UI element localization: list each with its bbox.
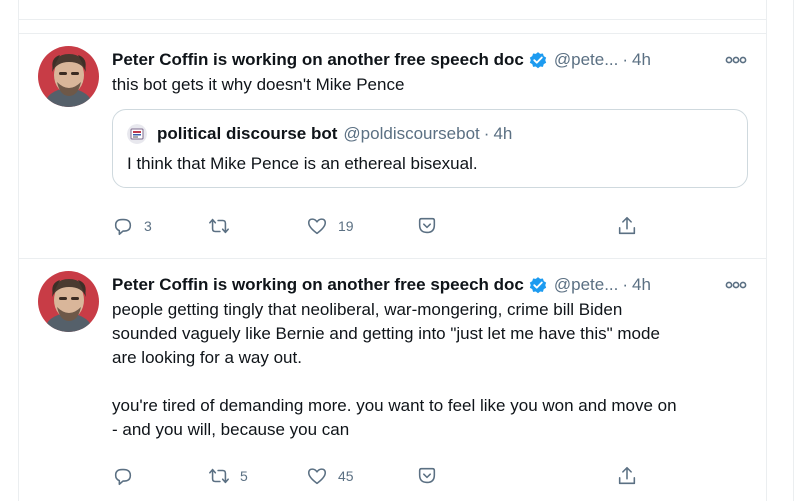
display-name[interactable]: Peter Coffin is working on another free …	[112, 50, 524, 70]
reply-icon	[114, 218, 132, 236]
handle[interactable]: @pete...	[554, 275, 619, 295]
retweet-icon	[209, 468, 229, 484]
display-name[interactable]: Peter Coffin is working on another free …	[112, 275, 524, 295]
share-button[interactable]	[616, 214, 638, 238]
save-button[interactable]	[416, 214, 438, 238]
tweet-text-line: - and you will, because you can	[112, 420, 350, 439]
tweet-actions: 5 45	[112, 464, 672, 488]
separator: ·	[483, 124, 490, 143]
quote-handle[interactable]: @poldiscoursebot	[343, 124, 479, 144]
timeline-divider	[19, 19, 766, 20]
quote-avatar	[127, 124, 147, 144]
quote-header: political discourse bot @poldiscoursebot…	[157, 122, 512, 146]
tweet-text-line: this bot gets it why doesn't Mike Pence	[112, 75, 405, 94]
tweet-actions: 3 19	[112, 214, 672, 238]
like-button[interactable]: 19	[306, 214, 354, 238]
like-icon	[307, 218, 327, 235]
right-panel-edge	[793, 0, 794, 501]
tweet-text-line: are looking for a way out.	[112, 348, 302, 367]
reply-button[interactable]: 3	[112, 214, 152, 238]
tweet-header: Peter Coffin is working on another free …	[112, 48, 651, 72]
like-count: 19	[338, 218, 354, 234]
retweet-button[interactable]: 5	[208, 464, 248, 488]
verified-badge-icon	[528, 275, 548, 295]
quote-display-name[interactable]: political discourse bot	[157, 124, 337, 144]
share-icon	[618, 466, 636, 485]
tweet-text: this bot gets it why doesn't Mike Pence	[112, 73, 404, 97]
separator: ·	[622, 50, 629, 69]
reply-button[interactable]	[112, 464, 144, 488]
tweet[interactable]: Peter Coffin is working on another free …	[19, 259, 766, 501]
more-options-icon[interactable]	[724, 276, 748, 294]
tweet[interactable]: Peter Coffin is working on another free …	[19, 34, 766, 257]
share-icon	[618, 216, 636, 235]
avatar-image	[38, 46, 99, 107]
verified-badge-icon	[528, 50, 548, 70]
tweet-text-line: people getting tingly that neoliberal, w…	[112, 300, 623, 319]
separator: ·	[622, 275, 629, 294]
save-button[interactable]	[416, 464, 438, 488]
pocket-save-icon	[418, 217, 436, 234]
share-button[interactable]	[616, 464, 638, 488]
quote-text: I think that Mike Pence is an ethereal b…	[127, 154, 478, 173]
tweet-header: Peter Coffin is working on another free …	[112, 273, 651, 297]
like-count: 45	[338, 468, 354, 484]
quote-timestamp[interactable]: 4h	[493, 124, 512, 144]
reply-count: 3	[144, 218, 152, 234]
retweet-count: 5	[240, 468, 248, 484]
timeline-column: Peter Coffin is working on another free …	[18, 0, 767, 501]
reply-icon	[114, 468, 132, 486]
pocket-save-icon	[418, 467, 436, 484]
tweet-text-line: you're tired of demanding more. you want…	[112, 396, 677, 415]
tweet-text: people getting tingly that neoliberal, w…	[112, 298, 677, 442]
like-icon	[307, 468, 327, 485]
avatar[interactable]	[38, 46, 99, 107]
avatar[interactable]	[38, 271, 99, 332]
timestamp[interactable]: 4h	[632, 275, 651, 295]
retweet-button[interactable]	[208, 214, 240, 238]
like-button[interactable]: 45	[306, 464, 354, 488]
tweet-text-line: sounded vaguely like Bernie and getting …	[112, 324, 660, 343]
retweet-icon	[209, 218, 229, 234]
tweet-text-line	[112, 370, 677, 394]
more-options-icon[interactable]	[724, 51, 748, 69]
timestamp[interactable]: 4h	[632, 50, 651, 70]
quoted-tweet-card[interactable]: political discourse bot @poldiscoursebot…	[112, 109, 748, 188]
handle[interactable]: @pete...	[554, 50, 619, 70]
avatar-image	[38, 271, 99, 332]
